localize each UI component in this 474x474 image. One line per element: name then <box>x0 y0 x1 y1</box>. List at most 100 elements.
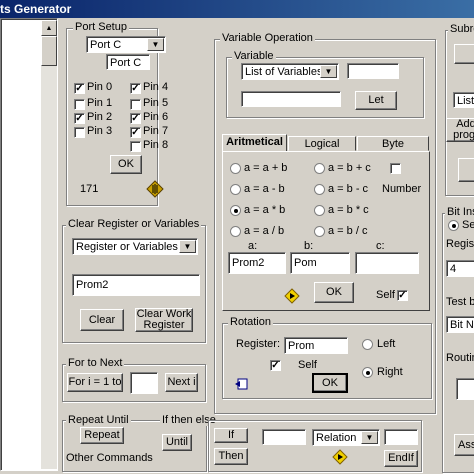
tab-aritmetical[interactable]: Aritmetical <box>222 134 287 152</box>
next-button[interactable]: Next i <box>165 373 198 392</box>
repeat-button[interactable]: Repeat <box>80 427 124 444</box>
let-button[interactable]: Let <box>355 91 397 110</box>
c-field[interactable] <box>355 252 419 274</box>
variable-field-2[interactable] <box>241 91 341 107</box>
clear-work-label-2: Register <box>143 319 185 331</box>
bit-register-label: Regist <box>446 238 474 250</box>
pin-8-checkbox[interactable] <box>130 141 141 152</box>
op-a-div-b-radio[interactable] <box>230 226 241 237</box>
variable-operation-label: Variable Operation <box>220 32 315 44</box>
for-button[interactable]: For i = 1 to <box>67 373 123 392</box>
subroutine-button-2[interactable] <box>458 158 474 182</box>
op-b-times-c-label: a = b * c <box>328 204 369 216</box>
pin-7-label: Pin 7 <box>143 125 169 137</box>
pin-7-checkbox[interactable]: ✓ <box>130 127 141 138</box>
chevron-down-icon[interactable]: ▼ <box>179 240 196 253</box>
subroutine-button-1[interactable] <box>454 44 474 64</box>
add-program-button[interactable]: Add progr <box>446 118 474 142</box>
scroll-thumb[interactable] <box>41 36 57 66</box>
op-b-plus-c-label: a = b + c <box>328 162 371 174</box>
a-field[interactable]: Prom2 <box>228 252 286 274</box>
bit-set-radio[interactable] <box>448 220 459 231</box>
operation-ok-button[interactable]: OK <box>314 282 354 303</box>
op-b-plus-c-radio[interactable] <box>314 163 325 174</box>
pin-6-label: Pin 6 <box>143 111 169 123</box>
program-listbox[interactable]: ▲ <box>0 18 58 471</box>
enter-icon[interactable] <box>234 378 248 390</box>
other-commands-label: Other Commands <box>66 452 153 464</box>
rotation-right-radio[interactable] <box>362 367 373 378</box>
relation-combo[interactable]: Relation ▼ <box>312 429 380 446</box>
tab-byte[interactable]: Byte <box>357 136 429 151</box>
if-field[interactable] <box>262 429 306 445</box>
endif-button[interactable]: EndIf <box>384 450 418 467</box>
until-button[interactable]: Until <box>162 434 192 451</box>
pin-1-label: Pin 1 <box>87 97 113 109</box>
pin-6-checkbox[interactable]: ✓ <box>130 113 141 124</box>
op-b-div-c-radio[interactable] <box>314 226 325 237</box>
pin-3-label: Pin 3 <box>87 125 113 137</box>
register-combo-value: Register or Variables <box>76 241 178 253</box>
op-a-plus-b-radio[interactable] <box>230 163 241 174</box>
a-label: a: <box>248 240 258 252</box>
for-limit-field[interactable] <box>130 372 158 394</box>
variable-combo-value: List of Variables <box>245 66 323 78</box>
op-b-minus-c-radio[interactable] <box>314 184 325 195</box>
pin-0-checkbox[interactable]: ✓ <box>74 83 85 94</box>
pin-4-checkbox[interactable]: ✓ <box>130 83 141 94</box>
pin-5-checkbox[interactable] <box>130 99 141 110</box>
port-setup-label: Port Setup <box>73 21 129 33</box>
port-combo[interactable]: Port C ▼ <box>86 36 166 53</box>
add-label-2: progr <box>453 129 474 141</box>
rotation-left-label: Left <box>377 338 396 350</box>
pin-2-checkbox[interactable]: ✓ <box>74 113 85 124</box>
number-label: Number <box>382 183 422 195</box>
subroutine-list[interactable]: List <box>453 92 474 108</box>
clear-work-register-button[interactable]: Clear Work Register <box>135 308 193 332</box>
number-checkbox[interactable] <box>390 163 401 174</box>
rotation-self-checkbox[interactable]: ✓ <box>270 360 281 371</box>
listbox-scrollbar[interactable]: ▲ <box>41 20 57 469</box>
pin-2-label: Pin 2 <box>87 111 113 123</box>
op-a-times-b-radio[interactable] <box>230 205 241 216</box>
bit-number-field[interactable]: Bit Nu <box>446 316 474 333</box>
execute-arrow-icon[interactable] <box>284 288 300 304</box>
scroll-up-button[interactable]: ▲ <box>41 20 57 36</box>
clear-button[interactable]: Clear <box>80 309 124 331</box>
chip-icon <box>146 180 164 198</box>
chevron-down-icon[interactable]: ▼ <box>147 38 164 51</box>
op-b-div-c-label: a = b / c <box>328 225 368 237</box>
c-label: c: <box>376 240 385 252</box>
port-combo-value: Port C <box>90 39 122 51</box>
pin-8-label: Pin 8 <box>143 139 169 151</box>
rotation-register-field[interactable]: Prom <box>284 337 348 354</box>
pin-0-label: Pin 0 <box>87 81 113 93</box>
clear-register-field[interactable]: Prom2 <box>72 274 200 296</box>
rotation-self-label: Self <box>298 359 317 371</box>
chevron-down-icon[interactable]: ▼ <box>320 65 337 78</box>
bit-routine-field[interactable] <box>456 378 474 400</box>
relation-field[interactable] <box>384 429 418 445</box>
variable-field-1[interactable] <box>347 63 399 79</box>
rotation-left-radio[interactable] <box>362 339 373 350</box>
chevron-down-icon[interactable]: ▼ <box>361 431 378 444</box>
pin-1-checkbox[interactable] <box>74 99 85 110</box>
tab-logical[interactable]: Logical <box>288 136 356 151</box>
then-button[interactable]: Then <box>214 448 248 465</box>
pin-3-checkbox[interactable] <box>74 127 85 138</box>
register-combo[interactable]: Register or Variables ▼ <box>72 238 198 255</box>
bit-register-field[interactable]: 4 <box>446 260 474 277</box>
op-b-times-c-radio[interactable] <box>314 205 325 216</box>
b-field[interactable]: Pom <box>290 252 350 274</box>
port-ok-button[interactable]: OK <box>110 155 142 174</box>
port-field[interactable]: Port C <box>106 54 150 70</box>
op-a-times-b-label: a = a * b <box>244 204 286 216</box>
if-button[interactable]: If <box>214 428 248 443</box>
op-a-minus-b-radio[interactable] <box>230 184 241 195</box>
operation-self-checkbox[interactable]: ✓ <box>397 290 408 301</box>
op-b-minus-c-label: a = b - c <box>328 183 369 195</box>
assign-button[interactable]: Ass <box>454 434 474 456</box>
variable-combo[interactable]: List of Variables ▼ <box>241 63 339 80</box>
arrow-right-icon[interactable] <box>332 449 348 465</box>
rotation-ok-button[interactable]: OK <box>312 373 348 393</box>
